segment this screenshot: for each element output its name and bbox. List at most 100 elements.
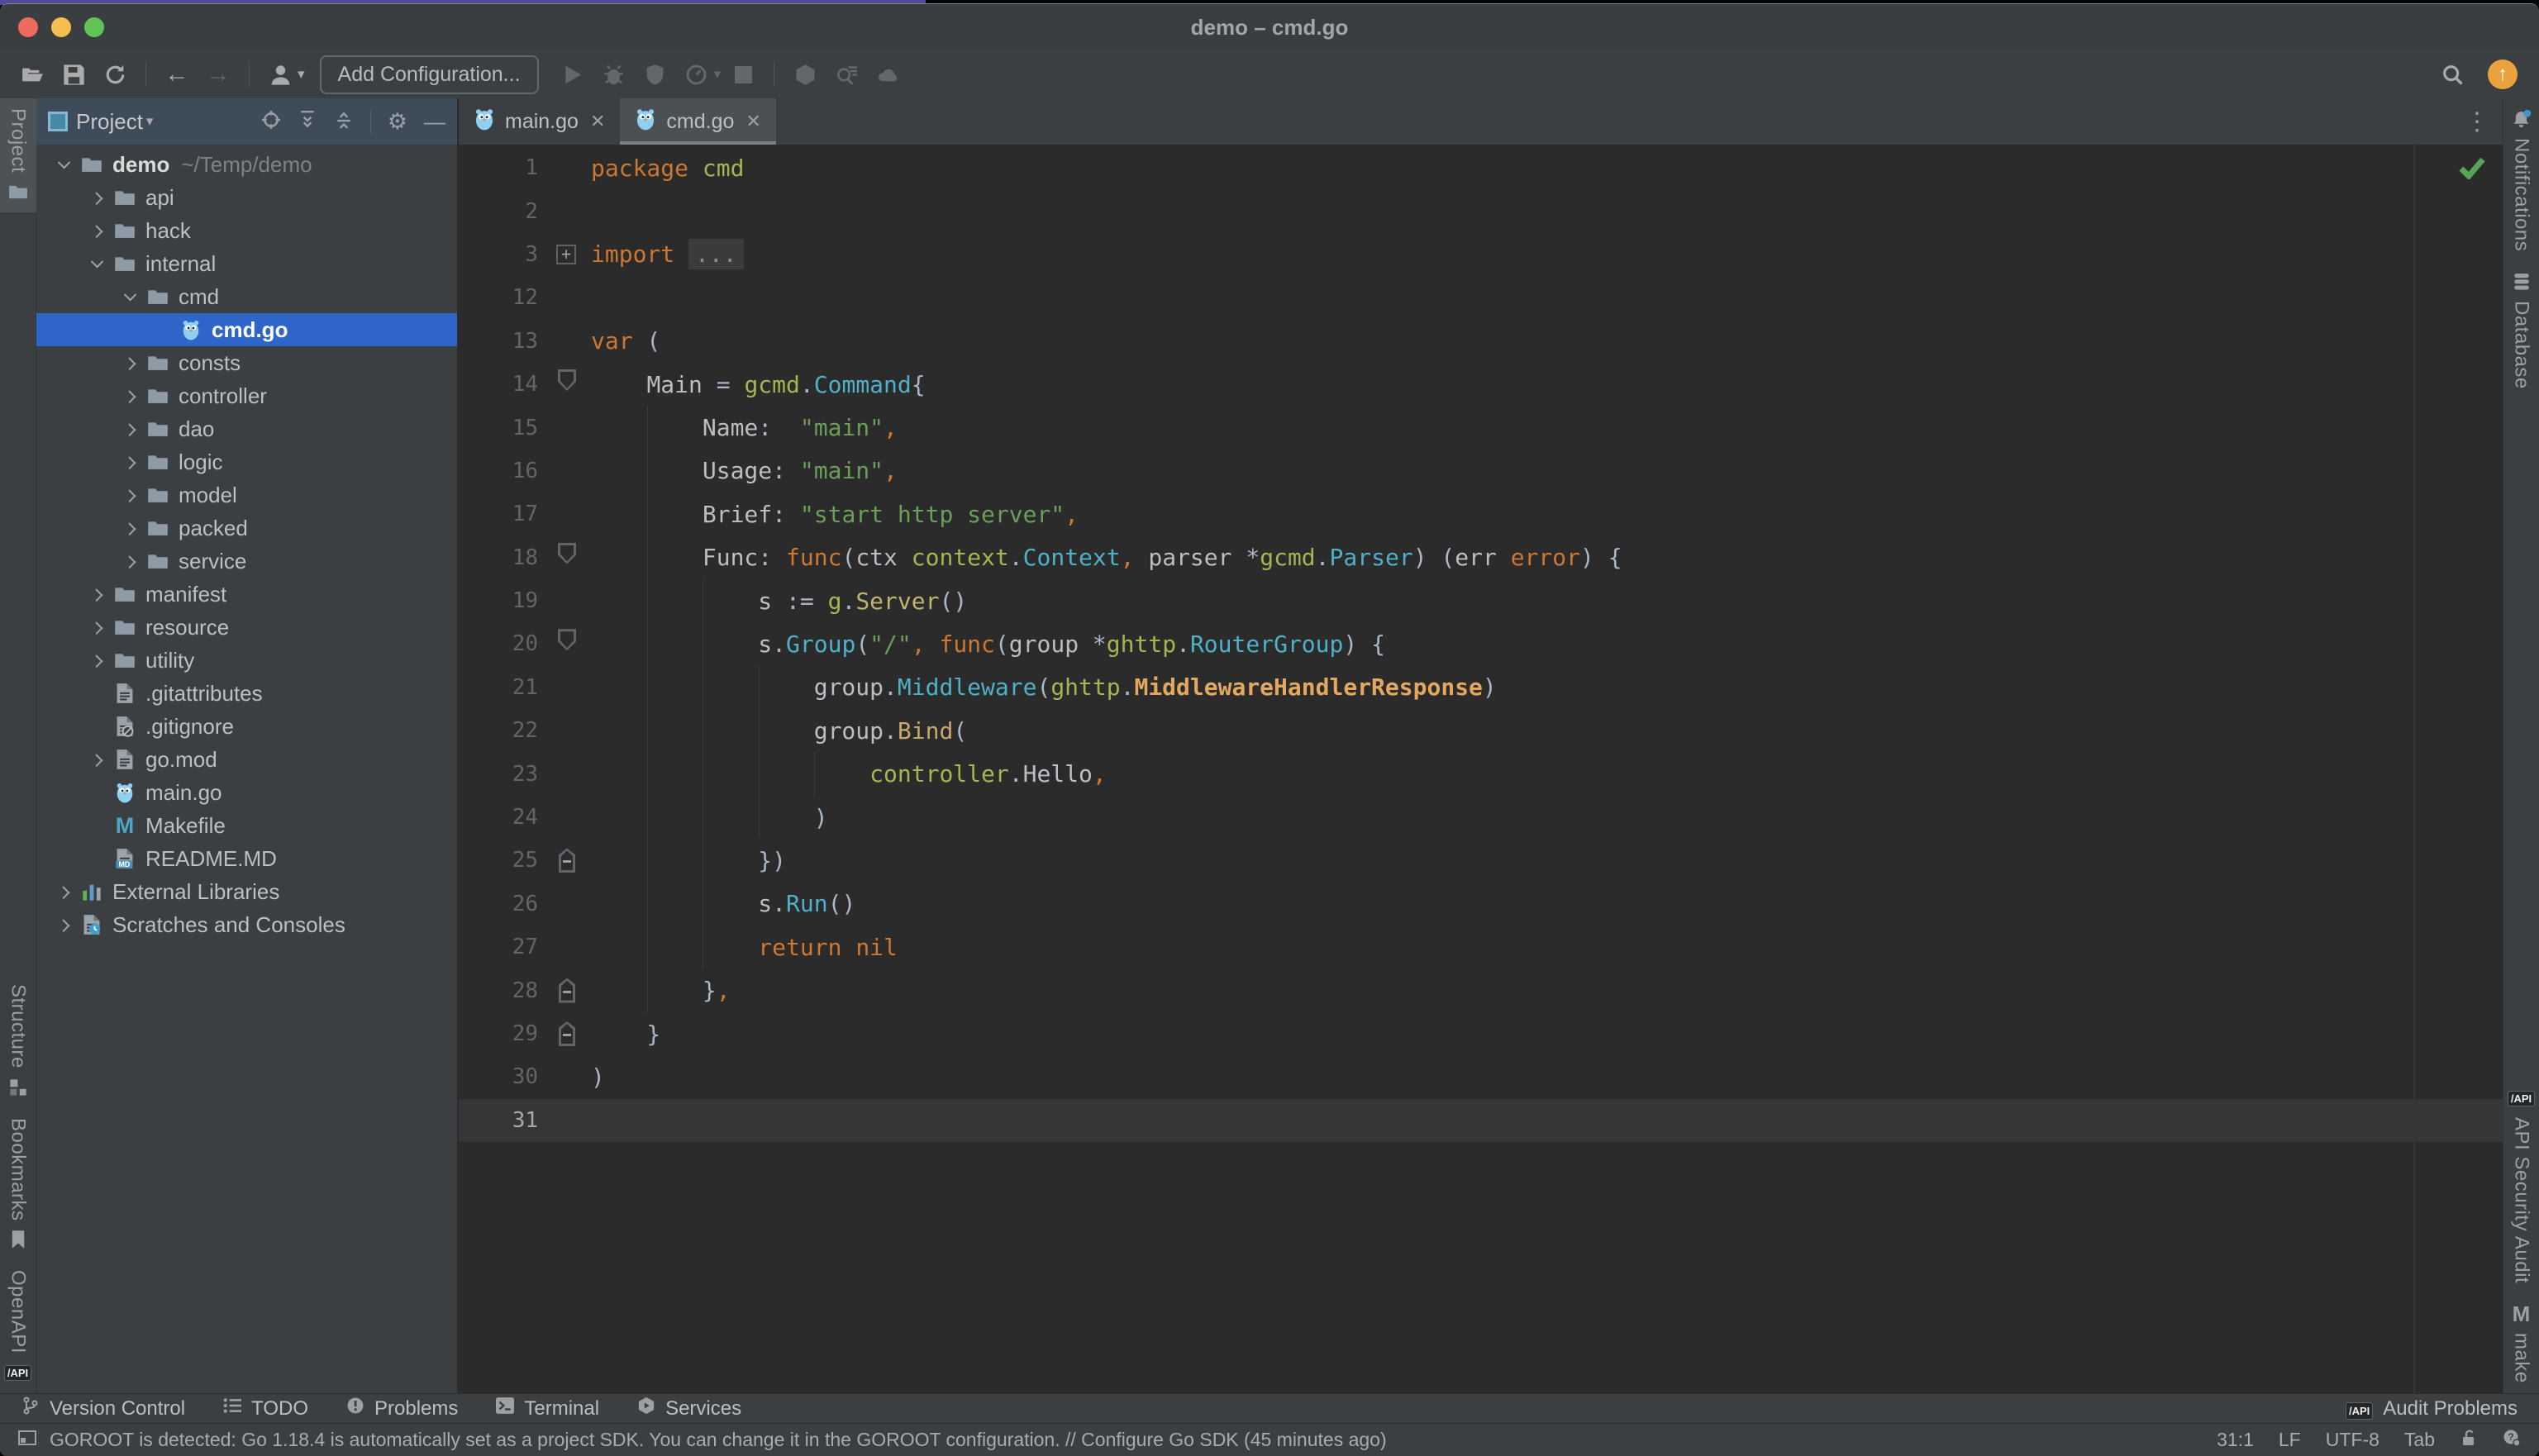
fold-expand-icon[interactable]: + [556,245,576,264]
line-separator[interactable]: LF [2279,1429,2301,1451]
code-line-18[interactable]: 18 Func: func(ctx context.Context, parse… [459,536,2503,579]
chevron-right-icon[interactable] [83,193,111,202]
tree-item-logic[interactable]: logic [36,445,457,478]
tool-window-button-bookmarks[interactable]: Bookmarks [0,1108,36,1261]
search-everywhere-icon[interactable] [2433,57,2471,92]
tree-item-main-go[interactable]: main.go [36,776,457,809]
tree-item-manifest[interactable]: manifest [36,578,457,611]
editor-tab-cmd-go[interactable]: cmd.go✕ [620,98,775,145]
lock-open-icon[interactable] [2460,1429,2478,1452]
tree-item-consts[interactable]: consts [36,346,457,379]
tree-item-resource[interactable]: resource [36,611,457,644]
tree-item-readme-md[interactable]: MDREADME.MD [36,842,457,875]
tree-item-controller[interactable]: controller [36,379,457,412]
user-dropdown-icon[interactable]: ▾ [298,66,305,83]
tree-item-external-libraries[interactable]: External Libraries [36,875,457,908]
tree-item-go-mod[interactable]: go.mod [36,743,457,776]
collapse-all-icon[interactable] [334,110,354,134]
select-opened-file-icon[interactable] [261,110,281,134]
code-line-13[interactable]: 13var ( [459,320,2503,363]
chevron-right-icon[interactable] [83,226,111,236]
fold-end-icon[interactable] [559,978,575,1003]
minimize-window-button[interactable] [51,17,71,37]
chevron-right-icon[interactable] [83,623,111,632]
chevron-right-icon[interactable] [83,590,111,599]
tree-item-gitignore[interactable]: .gitignore [36,710,457,743]
tool-window-button-version-control[interactable]: Version Control [21,1397,185,1420]
tree-item-makefile[interactable]: MMakefile [36,809,457,842]
stop-icon[interactable] [724,57,762,92]
tool-window-button-project[interactable]: Project [0,98,36,212]
fold-open-icon[interactable] [558,543,576,564]
hide-panel-icon[interactable]: — [424,109,445,135]
project-panel-title[interactable]: Project [76,109,143,135]
close-tab-icon[interactable]: ✕ [746,111,760,132]
code-line-27[interactable]: 27 return nil [459,925,2503,968]
editor-tab-main-go[interactable]: main.go✕ [459,98,620,145]
close-window-button[interactable] [18,17,38,37]
chevron-right-icon[interactable] [116,458,144,467]
add-configuration-button[interactable]: Add Configuration... [320,55,539,94]
chevron-right-icon[interactable] [116,524,144,533]
chevron-right-icon[interactable] [50,887,78,897]
chevron-right-icon[interactable] [116,392,144,401]
tool-window-button-terminal[interactable]: Terminal [496,1397,599,1420]
code-line-14[interactable]: 14 Main = gcmd.Command{ [459,363,2503,406]
close-tab-icon[interactable]: ✕ [590,111,605,132]
code-line-31[interactable]: 31 [459,1099,2503,1142]
code-line-19[interactable]: 19 s := g.Server() [459,579,2503,622]
zoom-window-button[interactable] [84,17,104,37]
tool-window-button-todo[interactable]: TODO [223,1397,308,1420]
tool-window-button-make[interactable]: Mmake [2503,1293,2539,1393]
code-line-22[interactable]: 22 group.Bind( [459,709,2503,752]
sync-icon[interactable] [96,57,134,92]
run-with-coverage-icon[interactable] [636,57,674,92]
code-line-15[interactable]: 15 Name: "main", [459,406,2503,449]
profiler-icon[interactable] [678,57,716,92]
code-line-26[interactable]: 26 s.Run() [459,883,2503,925]
tree-item-model[interactable]: model [36,478,457,512]
tree-item-service[interactable]: service [36,545,457,578]
tree-item-gitattributes[interactable]: .gitattributes [36,677,457,710]
tree-item-packed[interactable]: packed [36,512,457,545]
tool-window-button-openapi[interactable]: OpenAPI/API [0,1260,36,1393]
tool-window-button-structure[interactable]: Structure [0,974,36,1108]
chevron-right-icon[interactable] [50,921,78,930]
tool-window-button-notifications[interactable]: Notifications [2503,98,2539,261]
tree-item-cmd[interactable]: cmd [36,280,457,313]
tool-window-layout-icon[interactable] [18,1430,36,1450]
file-encoding[interactable]: UTF-8 [2326,1429,2379,1451]
chevron-down-icon[interactable] [83,259,111,269]
code-line-1[interactable]: 1package cmd [459,146,2503,189]
tool-window-button-services[interactable]: Services [637,1397,741,1420]
status-message[interactable]: GOROOT is detected: Go 1.18.4 is automat… [50,1429,1387,1451]
profiler-dropdown-icon[interactable]: ▾ [714,66,722,83]
tree-item-cmd-go[interactable]: cmd.go [36,313,457,346]
tree-item-utility[interactable]: utility [36,644,457,677]
code-line-3[interactable]: 3+import ... [459,233,2503,276]
chevron-right-icon[interactable] [116,491,144,500]
cloud-icon[interactable] [869,57,907,92]
expand-all-icon[interactable] [298,110,317,134]
tree-item-hack[interactable]: hack [36,214,457,247]
tool-window-button-problems[interactable]: Problems [346,1397,458,1420]
code-line-17[interactable]: 17 Brief: "start http server", [459,492,2503,535]
code-line-25[interactable]: 25 }) [459,839,2503,882]
settings-gear-icon[interactable]: ⚙ [388,109,407,135]
tool-window-button-audit-problems[interactable]: /APIAudit Problems [2346,1397,2518,1420]
user-profile-icon[interactable] [261,57,299,92]
fold-open-icon[interactable] [558,369,576,391]
code-line-24[interactable]: 24 ) [459,796,2503,839]
code-line-23[interactable]: 23 controller.Hello, [459,752,2503,795]
back-icon[interactable]: ← [158,57,196,92]
fold-end-icon[interactable] [559,1021,575,1046]
code-line-2[interactable]: 2 [459,189,2503,232]
indent-style[interactable]: Tab [2404,1429,2435,1451]
services-hexagon-icon[interactable] [786,57,824,92]
code-line-21[interactable]: 21 group.Middleware(ghttp.MiddlewareHand… [459,666,2503,709]
code-line-28[interactable]: 28 }, [459,968,2503,1011]
code-editor[interactable]: 1package cmd23+import ...1213var (14 Mai… [459,145,2503,1393]
run-icon[interactable] [554,57,592,92]
tool-window-button-api-security-audit[interactable]: /APIAPI Security Audit [2503,1078,2539,1293]
chevron-right-icon[interactable] [116,557,144,566]
